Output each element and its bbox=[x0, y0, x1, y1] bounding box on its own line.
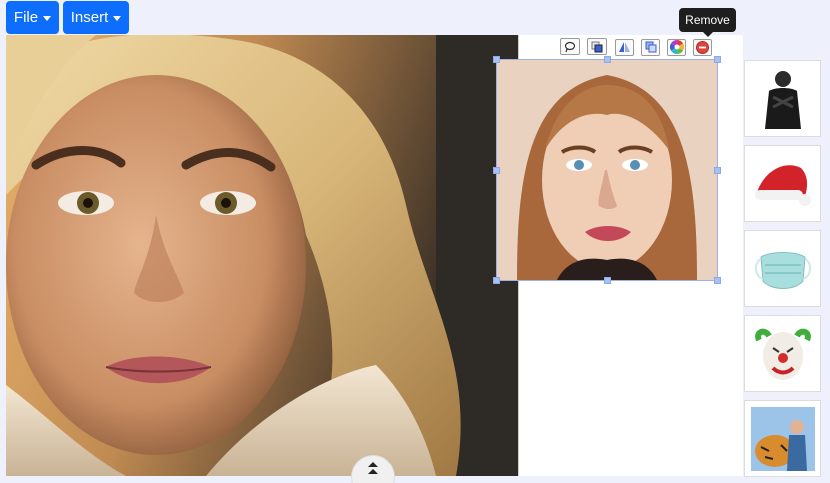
duplicate-button[interactable] bbox=[641, 38, 660, 56]
thumbnail-santa-hat[interactable] bbox=[744, 145, 821, 222]
santa-hat-icon bbox=[754, 164, 811, 206]
remove-tooltip: Remove bbox=[679, 8, 736, 37]
inserted-image-selection[interactable] bbox=[493, 56, 721, 284]
lasso-button[interactable] bbox=[560, 38, 580, 55]
flip-icon bbox=[619, 42, 630, 52]
clown-mask-icon bbox=[754, 328, 811, 380]
duplicate-icon bbox=[645, 41, 656, 53]
layer-icon bbox=[591, 41, 603, 52]
insert-menu-label: Insert bbox=[70, 9, 109, 26]
file-menu-button[interactable]: File bbox=[6, 1, 59, 34]
resize-handle-top-left[interactable] bbox=[493, 56, 500, 63]
face-mask-icon bbox=[754, 251, 811, 289]
person-figure-icon bbox=[764, 70, 801, 129]
chevron-down-icon bbox=[43, 15, 52, 21]
remove-icon bbox=[696, 40, 709, 54]
double-chevron-up-icon bbox=[368, 462, 378, 474]
resize-handle-right[interactable] bbox=[714, 167, 721, 174]
resize-handle-bottom[interactable] bbox=[604, 277, 611, 284]
file-menu-label: File bbox=[13, 9, 39, 26]
insert-menu-button[interactable]: Insert bbox=[63, 1, 129, 34]
remove-button[interactable] bbox=[693, 38, 712, 56]
lasso-icon bbox=[564, 41, 576, 52]
editor-canvas[interactable] bbox=[6, 35, 743, 476]
tiger-photo-icon bbox=[750, 406, 815, 471]
resize-handle-top-right[interactable] bbox=[714, 56, 721, 63]
color-wheel-icon bbox=[669, 40, 684, 54]
resize-handle-bottom-right[interactable] bbox=[714, 277, 721, 284]
inserted-portrait-image bbox=[497, 60, 717, 280]
resize-handle-top[interactable] bbox=[604, 56, 611, 63]
thumbnail-tiger-photo[interactable] bbox=[744, 400, 821, 477]
color-button[interactable] bbox=[667, 38, 686, 56]
object-toolbar bbox=[607, 35, 723, 59]
thumbnail-face-mask[interactable] bbox=[744, 230, 821, 307]
thumbnail-clown-mask[interactable] bbox=[744, 315, 821, 392]
resize-handle-bottom-left[interactable] bbox=[493, 277, 500, 284]
layer-button[interactable] bbox=[587, 38, 607, 55]
chevron-down-icon bbox=[113, 15, 122, 21]
main-portrait-image[interactable] bbox=[6, 35, 518, 476]
thumbnail-person-dark-coat[interactable] bbox=[744, 60, 821, 137]
flip-button[interactable] bbox=[615, 38, 634, 56]
resize-handle-left[interactable] bbox=[493, 167, 500, 174]
